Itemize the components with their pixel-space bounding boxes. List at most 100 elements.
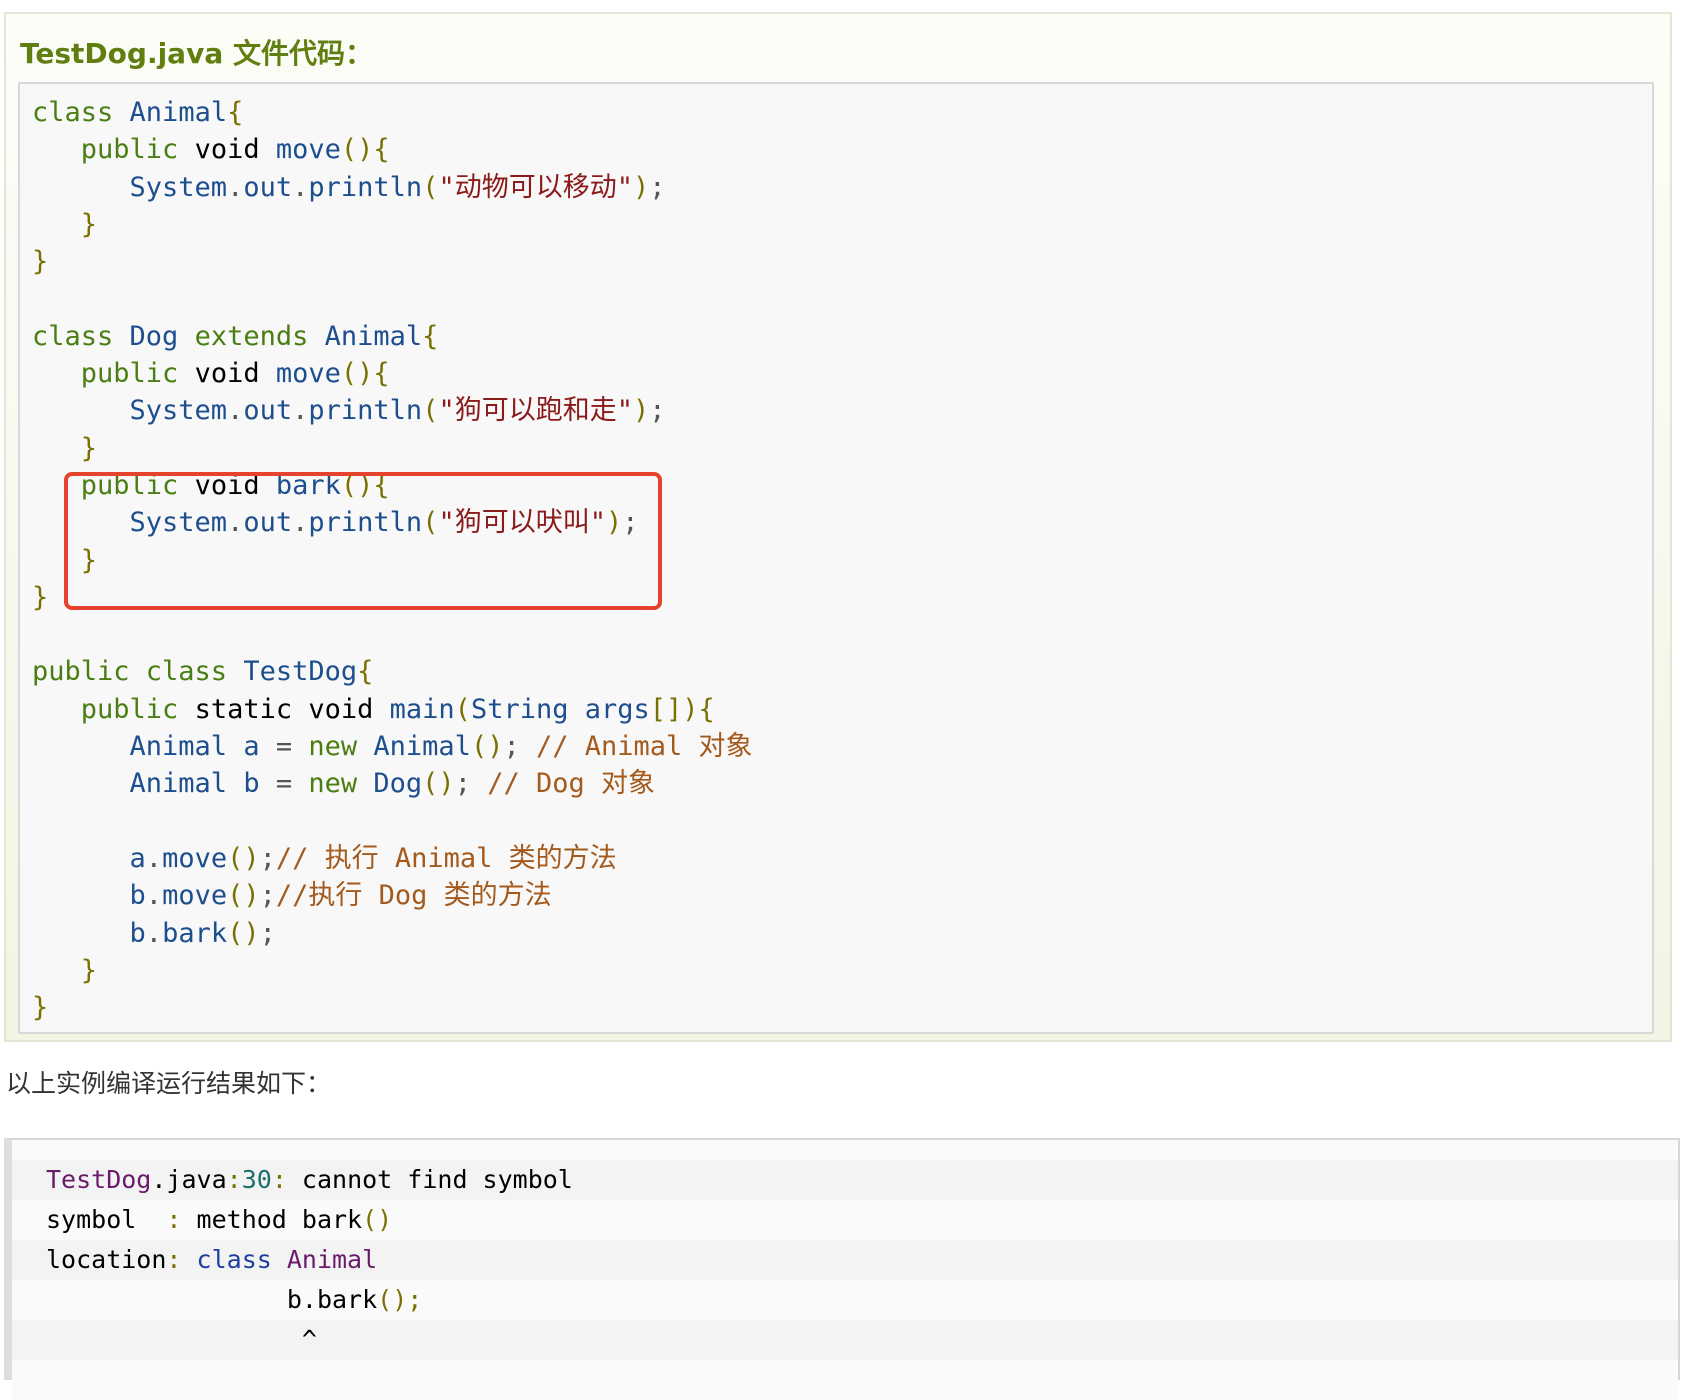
- output-token: symbol: [46, 1205, 167, 1234]
- code-token: void: [194, 134, 276, 166]
- output-line: TestDog.java:30: cannot find symbol: [12, 1160, 1678, 1200]
- code-line: }: [32, 989, 753, 1026]
- code-token: public class: [32, 656, 244, 688]
- code-token: bark: [162, 917, 228, 949]
- code-token: .: [227, 171, 244, 203]
- code-token: class: [32, 97, 130, 128]
- code-token: Animal: [373, 731, 471, 763]
- code-line: }: [32, 206, 753, 243]
- code-token: (): [227, 880, 260, 912]
- code-token: {: [422, 320, 439, 352]
- output-token: java: [166, 1165, 227, 1194]
- example-panel: TestDog.java 文件代码： class Animal{ public …: [4, 12, 1672, 1042]
- code-token: .: [292, 395, 309, 427]
- code-line: Animal b = new Dog(); // Dog 对象: [32, 765, 753, 802]
- output-token: cannot find symbol: [286, 1165, 573, 1194]
- code-token: b: [32, 917, 146, 949]
- code-token: ): [632, 395, 650, 427]
- code-token: main: [389, 693, 455, 725]
- highlight-box-bark-method: [64, 472, 662, 610]
- code-token: Animal b: [32, 768, 276, 800]
- example-title: TestDog.java 文件代码：: [20, 37, 373, 70]
- code-token: }: [32, 432, 98, 464]
- code-line: b.move();//执行 Dog 类的方法: [32, 877, 753, 914]
- code-line: System.out.println("动物可以移动");: [32, 169, 753, 206]
- output-token: class: [181, 1245, 287, 1274]
- code-token: // Animal 对象: [535, 731, 753, 763]
- output-line: ^: [12, 1320, 1678, 1360]
- code-token: {: [357, 656, 374, 688]
- code-token: TestDog: [243, 656, 358, 688]
- code-token: static void: [194, 693, 390, 725]
- code-token: .: [145, 917, 163, 949]
- code-line: b.bark();: [32, 915, 753, 952]
- code-token: String args: [470, 693, 650, 725]
- output-token: :: [166, 1205, 182, 1234]
- output-lines: TestDog.java:30: cannot find symbol symbo…: [12, 1160, 1678, 1400]
- output-token: TestDog: [46, 1165, 152, 1194]
- code-token: b: [32, 880, 146, 912]
- code-token: .: [145, 880, 163, 912]
- code-token: ;: [649, 395, 666, 427]
- code-token: out: [243, 171, 293, 203]
- output-token: bark: [316, 1285, 378, 1314]
- code-token: println: [308, 171, 423, 203]
- code-token: .: [292, 171, 309, 203]
- code-token: ;: [454, 768, 488, 800]
- output-line: location: class Animal: [12, 1240, 1678, 1280]
- code-token: // 执行 Animal 类的方法: [275, 842, 617, 874]
- code-token: // Dog 对象: [487, 768, 655, 800]
- output-token: method bark: [181, 1205, 363, 1234]
- code-token: Dog: [373, 768, 423, 800]
- code-token: }: [32, 246, 49, 278]
- code-token: []){: [649, 693, 715, 725]
- code-token: extends: [194, 320, 325, 352]
- code-line: class Animal{: [32, 94, 753, 131]
- code-token: =: [275, 768, 309, 800]
- code-token: move: [275, 358, 341, 390]
- output-token: ();: [377, 1285, 423, 1314]
- code-token: ;: [259, 917, 276, 949]
- code-token: move: [275, 134, 341, 166]
- code-token: (){: [340, 134, 390, 166]
- code-token: System: [32, 171, 228, 203]
- code-token: }: [32, 581, 49, 613]
- code-token: public: [32, 693, 195, 725]
- code-token: ;: [259, 842, 276, 874]
- code-token: out: [243, 395, 293, 427]
- code-token: }: [32, 208, 98, 240]
- code-token: new: [308, 768, 374, 800]
- code-token: ;: [503, 731, 536, 763]
- code-token: move: [162, 880, 228, 912]
- output-token: b: [46, 1285, 302, 1314]
- code-token: (: [422, 171, 439, 203]
- code-token: Animal a: [32, 731, 276, 763]
- output-token: 30: [241, 1165, 272, 1194]
- code-line: public void move(){: [32, 131, 753, 168]
- code-token: move: [162, 842, 228, 874]
- output-token: :: [226, 1165, 242, 1194]
- output-token: (): [362, 1205, 393, 1234]
- code-line: System.out.println("狗可以跑和走");: [32, 392, 753, 429]
- code-line: Animal a = new Animal(); // Animal 对象: [32, 728, 753, 765]
- code-token: (): [422, 768, 455, 800]
- code-line: }: [32, 952, 753, 989]
- output-token: :: [166, 1245, 182, 1274]
- code-token: .: [145, 842, 163, 874]
- code-token: "狗可以跑和走": [438, 395, 633, 427]
- code-token: Dog: [129, 320, 195, 352]
- code-token: (): [470, 731, 504, 763]
- code-line: public class TestDog{: [32, 653, 753, 690]
- code-token: ;: [649, 171, 666, 203]
- output-line: [12, 1360, 1678, 1400]
- code-token: System: [32, 395, 228, 427]
- output-token: location: [46, 1245, 167, 1274]
- output-block: TestDog.java:30: cannot find symbol symbo…: [4, 1138, 1680, 1400]
- code-line: a.move();// 执行 Animal 类的方法: [32, 840, 753, 877]
- code-token: ;: [259, 880, 276, 912]
- code-token: {: [227, 97, 244, 128]
- code-token: public: [32, 134, 195, 166]
